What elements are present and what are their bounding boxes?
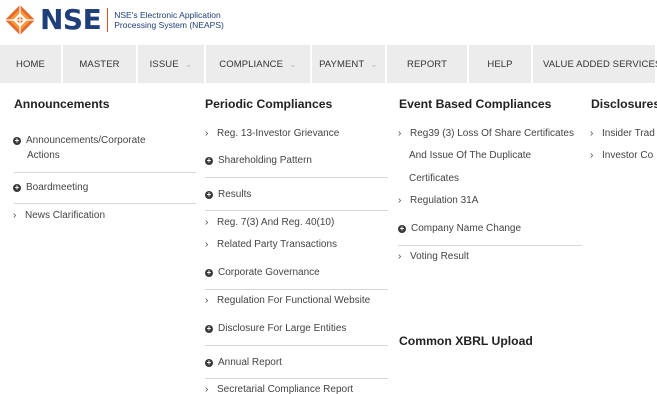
plus-icon: +: [205, 190, 213, 199]
menu-item-regulation-31a[interactable]: › Regulation 31A: [398, 190, 478, 212]
chevron-right-icon: ›: [205, 239, 209, 250]
menu-item-corporate-governance[interactable]: + Corporate Governance: [205, 262, 320, 284]
menu-item-reg39-loss-share-certificates[interactable]: › Reg39 (3) Loss Of Share Certificates: [398, 123, 574, 145]
chevron-right-icon: ›: [205, 128, 209, 139]
periodic-compliances-title: Periodic Compliances: [205, 97, 333, 111]
chevron-right-icon: ›: [205, 217, 209, 228]
divider: [205, 177, 388, 178]
nav-issue[interactable]: ISSUE ⌄: [138, 45, 206, 83]
menu-item-investor-complaints[interactable]: › Investor Co: [590, 145, 657, 167]
divider: [14, 203, 196, 204]
plus-icon: +: [205, 324, 213, 333]
plus-icon: +: [398, 224, 406, 233]
divider: [14, 172, 196, 173]
chevron-right-icon: ›: [590, 128, 594, 139]
plus-icon: +: [205, 358, 213, 367]
divider: [205, 345, 388, 346]
header: NSE NSE's Electronic Application Process…: [0, 0, 657, 40]
chevron-right-icon: ›: [590, 150, 594, 161]
disclosures-title: Disclosures: [591, 97, 657, 111]
menu-item-related-party-transactions[interactable]: › Related Party Transactions: [205, 234, 337, 256]
menu-item-boardmeeting[interactable]: + Boardmeeting: [13, 177, 88, 199]
menu-item-announcements-corporate-actions-cont[interactable]: Actions: [27, 145, 60, 167]
chevron-right-icon: ›: [398, 128, 402, 139]
nav-payment[interactable]: PAYMENT ⌄: [312, 45, 387, 83]
chevron-down-icon: ⌄: [289, 58, 297, 69]
chevron-down-icon: ⌄: [184, 58, 193, 69]
menu-item-secretarial-compliance-report[interactable]: › Secretarial Compliance Report: [205, 379, 353, 394]
nav-master[interactable]: MASTER: [63, 45, 138, 83]
announcements-title: Announcements: [14, 97, 110, 111]
brand-subtitle: NSE's Electronic Application Processing …: [114, 10, 224, 30]
common-xbrl-upload-title[interactable]: Common XBRL Upload: [399, 332, 533, 350]
menu-item-reg7-reg40[interactable]: › Reg. 7(3) And Reg. 40(10): [205, 212, 334, 234]
chevron-down-icon: ⌄: [370, 58, 378, 69]
plus-icon: +: [205, 156, 213, 165]
brand-name: NSE: [40, 3, 102, 36]
menu-item-disclosure-large-entities[interactable]: + Disclosure For Large Entities: [205, 318, 346, 340]
chevron-right-icon: ›: [205, 295, 209, 306]
xbrl-section: Common XBRL Upload: [399, 332, 533, 350]
nse-logo[interactable]: NSE NSE's Electronic Application Process…: [4, 3, 224, 37]
plus-icon: +: [205, 268, 213, 277]
chevron-right-icon: ›: [205, 384, 209, 394]
menu-item-news-clarification[interactable]: › News Clarification: [13, 205, 105, 227]
nav-help[interactable]: HELP: [469, 45, 533, 83]
announcements-column: Announcements: [14, 95, 109, 113]
nav-compliance[interactable]: COMPLIANCE ⌄: [206, 45, 312, 83]
divider: [205, 210, 388, 211]
menu-item-insider-trading[interactable]: › Insider Trad: [590, 123, 657, 145]
menu-item-company-name-change[interactable]: + Company Name Change: [398, 218, 521, 240]
chevron-right-icon: ›: [398, 195, 402, 206]
logo-divider: [107, 8, 109, 32]
nse-logo-icon: [4, 4, 36, 36]
nav-home[interactable]: HOME: [0, 45, 63, 83]
event-based-compliances-title: Event Based Compliances: [399, 97, 552, 111]
menu-item-voting-result[interactable]: › Voting Result: [398, 246, 469, 268]
event-based-compliances-column: Event Based Compliances: [399, 95, 551, 113]
plus-icon: +: [13, 183, 21, 192]
periodic-compliances-column: Periodic Compliances: [205, 95, 332, 113]
menu-item-regulation-functional-website[interactable]: › Regulation For Functional Website: [205, 290, 370, 312]
nav-value-added-services[interactable]: VALUE ADDED SERVICES: [533, 45, 657, 83]
disclosures-column: Disclosures: [591, 95, 657, 113]
menu-item-results[interactable]: + Results: [205, 184, 251, 206]
menu-item-annual-report[interactable]: + Annual Report: [205, 352, 282, 374]
nav-report[interactable]: REPORT: [387, 45, 469, 83]
menu-item-reg13-investor-grievance[interactable]: › Reg. 13-Investor Grievance: [205, 123, 339, 145]
main-nav: HOME MASTER ISSUE ⌄ COMPLIANCE ⌄ PAYMENT ⌄ …: [0, 45, 657, 83]
plus-icon: +: [13, 136, 21, 145]
chevron-right-icon: ›: [398, 251, 402, 262]
chevron-right-icon: ›: [13, 210, 17, 221]
menu-item-shareholding-pattern[interactable]: + Shareholding Pattern: [205, 150, 312, 172]
menu-item-reg39-cont-1[interactable]: And Issue Of The Duplicate: [409, 145, 531, 167]
menu-item-reg39-cont-2[interactable]: Certificates: [409, 168, 459, 190]
